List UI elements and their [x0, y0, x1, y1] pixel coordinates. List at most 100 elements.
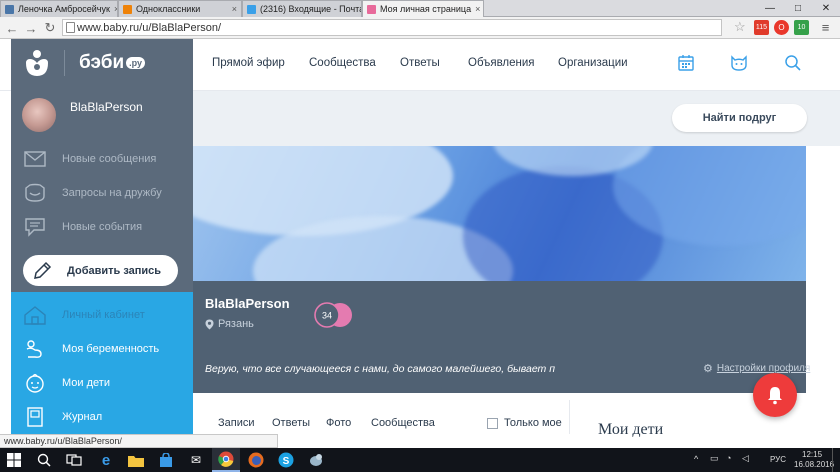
- browser-tab-profile[interactable]: Моя личная страница ×: [362, 0, 484, 17]
- add-post-button[interactable]: Добавить запись: [23, 255, 178, 286]
- browser-tab-vk[interactable]: Леночка Амбросейчук ×: [0, 0, 118, 17]
- tab-answers[interactable]: Ответы: [272, 417, 310, 429]
- add-post-label: Добавить запись: [67, 264, 162, 277]
- volume-icon[interactable]: ◁: [742, 453, 749, 464]
- rating-badge[interactable]: 34: [312, 301, 352, 329]
- sidebar-item-events[interactable]: Новые события: [22, 213, 142, 241]
- cat-face-icon[interactable]: [730, 54, 748, 72]
- nav-classifieds[interactable]: Объявления: [468, 57, 535, 69]
- only-mine-checkbox[interactable]: Только мое: [487, 417, 562, 429]
- firefox-taskbar-icon[interactable]: [242, 448, 270, 472]
- mail-taskbar-icon[interactable]: ✉: [182, 448, 210, 472]
- profile-settings-label: Настройки профиля: [716, 363, 811, 374]
- tray-chevron-icon[interactable]: ^: [694, 454, 698, 464]
- find-friends-button[interactable]: Найти подруг: [672, 104, 807, 132]
- address-bar[interactable]: www.baby.ru/u/BlaBlaPerson/: [62, 19, 722, 36]
- friend-request-icon: [25, 183, 45, 202]
- nav-communities[interactable]: Сообщества: [309, 57, 376, 69]
- task-view-icon[interactable]: [60, 448, 88, 472]
- sidebar-item-label: Запросы на дружбу: [62, 187, 162, 199]
- extension-badge-count: 115: [755, 24, 768, 31]
- keyboard-language[interactable]: РУС: [770, 455, 786, 464]
- journal-icon: [27, 407, 43, 427]
- sidebar-item-journal[interactable]: Журнал: [22, 403, 102, 431]
- edge-browser-icon[interactable]: e: [92, 448, 120, 472]
- app-taskbar-icon[interactable]: [302, 448, 330, 472]
- profile-name[interactable]: BlaBlaPerson: [205, 296, 290, 311]
- search-icon[interactable]: [784, 54, 802, 72]
- address-url: www.baby.ru/u/BlaBlaPerson/: [77, 21, 222, 34]
- nav-answers[interactable]: Ответы: [400, 57, 440, 69]
- logo-text: бэби: [79, 52, 125, 73]
- sidebar-item-friend-requests[interactable]: Запросы на дружбу: [22, 179, 162, 207]
- site-logo[interactable]: бэби .ру: [24, 48, 146, 78]
- sidebar-item-messages[interactable]: Новые сообщения: [22, 145, 156, 173]
- search-taskbar-icon[interactable]: [30, 448, 58, 472]
- baby-favicon-icon: [367, 4, 376, 14]
- windows-start-icon[interactable]: [0, 448, 28, 472]
- nav-live[interactable]: Прямой эфир: [212, 57, 285, 69]
- chrome-taskbar-icon[interactable]: [212, 448, 240, 472]
- house-icon: [24, 306, 46, 325]
- tab-communities[interactable]: Сообщества: [371, 417, 435, 429]
- profile-status-quote: Верую, что все случающееся с нами, до са…: [205, 363, 555, 375]
- ok-favicon-icon: [123, 4, 132, 14]
- location-pin-icon: [205, 319, 214, 329]
- browser-tab-mail[interactable]: (2316) Входящие - Почта ×: [242, 0, 362, 17]
- clock-date[interactable]: 16.08.2016: [794, 460, 834, 469]
- tab-close-icon[interactable]: ×: [232, 4, 237, 14]
- skype-taskbar-icon[interactable]: S: [272, 448, 300, 472]
- profile-location: Рязань: [205, 318, 254, 330]
- sidebar-item-label: Личный кабинет: [62, 309, 145, 321]
- mail-favicon-icon: [247, 4, 256, 14]
- profile-cover-image: [193, 146, 806, 281]
- envelope-icon: [24, 151, 46, 167]
- only-mine-label: Только мое: [504, 417, 562, 429]
- speech-bubble-icon: [25, 218, 45, 237]
- bell-icon: [768, 387, 782, 405]
- reload-icon[interactable]: ↻: [41, 19, 59, 37]
- sidebar-item-pregnancy[interactable]: Моя беременность: [22, 335, 159, 363]
- sidebar-item-label: Новые сообщения: [62, 153, 157, 165]
- avatar[interactable]: [22, 98, 56, 132]
- opera-extension-icon[interactable]: O: [774, 20, 789, 35]
- bookmark-star-icon[interactable]: ☆: [734, 19, 746, 35]
- file-explorer-icon[interactable]: [122, 448, 150, 472]
- baby-logo-icon: [26, 50, 48, 76]
- sidebar-username[interactable]: BlaBlaPerson: [70, 100, 143, 114]
- page-icon: [66, 22, 75, 33]
- clock-time[interactable]: 12:15: [802, 450, 822, 459]
- calendar-icon[interactable]: [677, 54, 695, 72]
- notification-bell-button[interactable]: [753, 373, 797, 417]
- tab-close-icon[interactable]: ×: [475, 4, 480, 14]
- tab-photos[interactable]: Фото: [326, 417, 351, 429]
- maximize-button[interactable]: □: [784, 0, 812, 17]
- tab-label: Одноклассники: [136, 4, 201, 14]
- profile-city: Рязань: [218, 318, 254, 330]
- extension-counter-icon[interactable]: 10: [794, 20, 809, 35]
- my-kids-heading: Мои дети: [598, 421, 664, 438]
- show-desktop-button[interactable]: [832, 448, 840, 472]
- back-arrow-icon[interactable]: ←: [3, 19, 21, 37]
- close-window-button[interactable]: ✕: [812, 0, 840, 17]
- extension-counter-count: 10: [797, 24, 806, 31]
- extension-badge-icon[interactable]: 115: [754, 20, 769, 35]
- nav-organizations[interactable]: Организации: [558, 57, 628, 69]
- sidebar-item-cabinet[interactable]: Личный кабинет: [22, 301, 145, 329]
- network-icon[interactable]: ▭: [710, 453, 719, 464]
- status-bar-url: www.baby.ru/u/BlaBlaPerson/: [0, 434, 278, 448]
- sidebar-item-label: Мои дети: [62, 377, 110, 389]
- store-icon[interactable]: [152, 448, 180, 472]
- pregnancy-icon: [26, 340, 42, 358]
- minimize-button[interactable]: —: [756, 0, 784, 17]
- profile-settings-link[interactable]: ⚙ Настройки профиля: [703, 362, 810, 375]
- sidebar-item-my-kids[interactable]: Мои дети: [22, 369, 110, 397]
- menu-icon[interactable]: ≡: [818, 20, 833, 35]
- forward-arrow-icon[interactable]: →: [22, 19, 40, 37]
- checkbox-box[interactable]: [487, 417, 498, 429]
- wifi-icon[interactable]: ◔: [726, 453, 731, 463]
- baby-face-icon: [26, 373, 44, 393]
- tab-label: Леночка Амбросейчук: [18, 4, 110, 14]
- tab-posts[interactable]: Записи: [218, 417, 255, 429]
- browser-tab-odnoklassniki[interactable]: Одноклассники ×: [118, 0, 242, 17]
